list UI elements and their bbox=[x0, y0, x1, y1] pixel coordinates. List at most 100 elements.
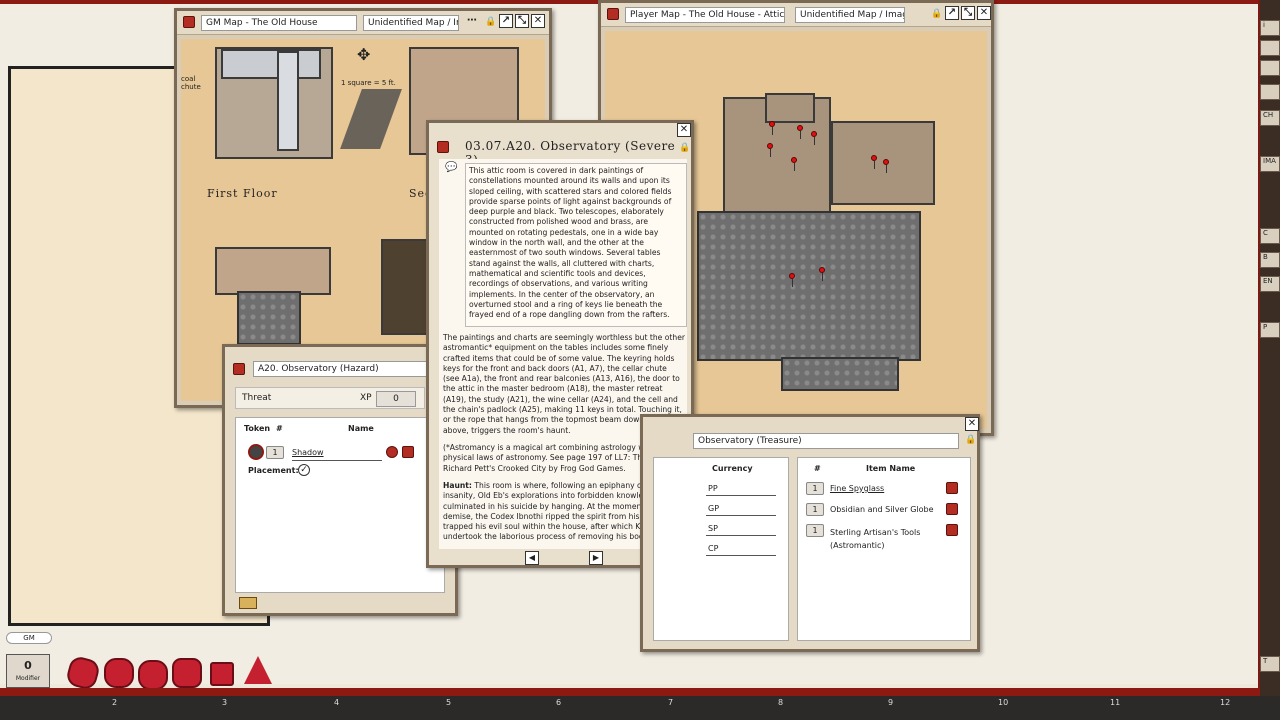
expand-icon[interactable]: ↗ bbox=[499, 14, 513, 28]
treasure-title-field[interactable]: Observatory (Treasure) bbox=[693, 433, 959, 449]
hazard-window[interactable]: A20. Observatory (Hazard) Threat XP 0 To… bbox=[222, 344, 458, 616]
creature-name[interactable]: Shadow bbox=[292, 448, 324, 457]
map-room bbox=[277, 51, 299, 151]
map-pin[interactable] bbox=[789, 273, 795, 287]
currency-cp[interactable]: CP bbox=[708, 544, 718, 553]
items-name-header: Item Name bbox=[866, 464, 916, 473]
close-icon[interactable]: ✕ bbox=[965, 417, 979, 431]
currency-line bbox=[706, 515, 776, 516]
treasure-window[interactable]: ✕ Observatory (Treasure) 🔒 Currency PP G… bbox=[640, 414, 980, 652]
token-icon[interactable] bbox=[248, 444, 264, 460]
bottom-border bbox=[0, 688, 1260, 696]
prev-page-icon[interactable]: ◀ bbox=[525, 551, 539, 565]
map-pin[interactable] bbox=[767, 143, 773, 157]
next-page-icon[interactable]: ▶ bbox=[589, 551, 603, 565]
hotkey-number: 5 bbox=[446, 698, 452, 707]
item-link-icon[interactable] bbox=[946, 524, 958, 536]
hotkey-number: 12 bbox=[1220, 698, 1231, 707]
story-icon bbox=[437, 141, 449, 153]
map-pin[interactable] bbox=[797, 125, 803, 139]
placement-check-icon[interactable]: ✓ bbox=[298, 464, 310, 476]
gm-map-title-field[interactable]: GM Map - The Old House bbox=[201, 15, 357, 31]
sidebar-button[interactable] bbox=[1260, 40, 1280, 56]
sidebar-tab-encounters[interactable]: EN bbox=[1260, 276, 1280, 292]
share-icon[interactable]: ⋯ bbox=[465, 15, 479, 29]
map-pin[interactable] bbox=[871, 155, 877, 169]
col-token: Token bbox=[244, 424, 271, 433]
map-room-dark bbox=[237, 291, 301, 345]
faction-icon[interactable] bbox=[386, 446, 398, 458]
close-icon[interactable]: ✕ bbox=[677, 123, 691, 137]
map-room bbox=[215, 247, 331, 295]
map-pin[interactable] bbox=[791, 157, 797, 171]
currency-line bbox=[706, 555, 776, 556]
sidebar-tab[interactable]: B bbox=[1260, 252, 1280, 268]
sidebar-button[interactable] bbox=[1260, 60, 1280, 76]
sidebar-button[interactable] bbox=[1260, 84, 1280, 100]
right-sidebar: i CH IMA C B EN P T bbox=[1258, 0, 1280, 700]
threat-label: Threat bbox=[242, 393, 272, 403]
restore-icon[interactable]: ⤡ bbox=[515, 14, 529, 28]
item-count[interactable]: 1 bbox=[806, 524, 824, 537]
restore-icon[interactable]: ⤡ bbox=[961, 6, 975, 20]
encounter-icon bbox=[233, 363, 245, 375]
item-count[interactable]: 1 bbox=[806, 503, 824, 516]
item-count[interactable]: 1 bbox=[806, 482, 824, 495]
sidebar-tab[interactable]: C bbox=[1260, 228, 1280, 244]
link-icon[interactable] bbox=[402, 446, 414, 458]
currency-header: Currency bbox=[712, 464, 753, 473]
close-icon[interactable]: ✕ bbox=[977, 6, 991, 20]
scale-legend: 1 square = 5 ft. bbox=[341, 79, 396, 87]
expand-icon[interactable]: ↗ bbox=[945, 6, 959, 20]
sidebar-tab-characters[interactable]: CH bbox=[1260, 110, 1280, 126]
roof-tiles bbox=[697, 211, 921, 361]
item-link-icon[interactable] bbox=[946, 503, 958, 515]
item-name[interactable]: Obsidian and Silver Globe bbox=[830, 505, 934, 514]
lock-icon[interactable]: 🔒 bbox=[485, 17, 496, 29]
d12-icon[interactable] bbox=[210, 662, 234, 686]
map-pin[interactable] bbox=[883, 159, 889, 173]
player-map-subtitle-field[interactable]: Unidentified Map / Image bbox=[795, 7, 905, 23]
lock-icon[interactable]: 🔒 bbox=[679, 143, 690, 155]
gm-identity[interactable]: GM bbox=[6, 632, 52, 644]
d20-icon[interactable] bbox=[244, 656, 272, 684]
d8-icon[interactable] bbox=[138, 660, 168, 690]
attic-room bbox=[765, 93, 815, 123]
close-icon[interactable]: ✕ bbox=[531, 14, 545, 28]
hotkey-number: 10 bbox=[998, 698, 1009, 707]
xp-field[interactable]: 0 bbox=[376, 391, 416, 407]
item-link-icon[interactable] bbox=[946, 482, 958, 494]
currency-line bbox=[706, 495, 776, 496]
lock-icon[interactable]: 🔒 bbox=[965, 435, 976, 447]
sidebar-button[interactable]: i bbox=[1260, 20, 1280, 36]
compass-icon: ✥ bbox=[357, 45, 371, 64]
col-num: # bbox=[276, 424, 283, 433]
player-map-title-field[interactable]: Player Map - The Old House - Attic bbox=[625, 7, 785, 23]
hotkey-number: 9 bbox=[888, 698, 894, 707]
lock-icon[interactable]: 🔒 bbox=[931, 9, 942, 21]
map-pin[interactable] bbox=[819, 267, 825, 281]
d10-icon[interactable] bbox=[172, 658, 202, 688]
map-pin[interactable] bbox=[769, 121, 775, 135]
count-box[interactable]: 1 bbox=[266, 446, 284, 459]
item-name[interactable]: Fine Spyglass bbox=[830, 484, 884, 493]
col-name: Name bbox=[348, 424, 374, 433]
hotkey-number: 3 bbox=[222, 698, 228, 707]
currency-gp[interactable]: GP bbox=[708, 504, 719, 513]
gm-map-subtitle-field[interactable]: Unidentified Map / Image bbox=[363, 15, 459, 31]
d6-icon[interactable] bbox=[104, 658, 134, 688]
sidebar-tab-images[interactable]: IMA bbox=[1260, 156, 1280, 172]
hotkey-bar[interactable]: 2 3 4 5 6 7 8 9 10 11 12 bbox=[0, 696, 1280, 720]
hazard-title-field[interactable]: A20. Observatory (Hazard) bbox=[253, 361, 429, 377]
hotkey-number: 4 bbox=[334, 698, 340, 707]
modifier-box[interactable]: 0 Modifier bbox=[6, 654, 50, 688]
map-shadow bbox=[340, 89, 402, 149]
map-pin[interactable] bbox=[811, 131, 817, 145]
item-name[interactable]: Sterling Artisan's Tools (Astromantic) bbox=[830, 526, 940, 552]
speech-icon: 💬 bbox=[445, 162, 458, 173]
currency-pp[interactable]: PP bbox=[708, 484, 718, 493]
sidebar-tab[interactable]: P bbox=[1260, 322, 1280, 338]
currency-sp[interactable]: SP bbox=[708, 524, 718, 533]
envelope-icon[interactable] bbox=[239, 597, 257, 609]
sidebar-tab[interactable]: T bbox=[1260, 656, 1280, 672]
